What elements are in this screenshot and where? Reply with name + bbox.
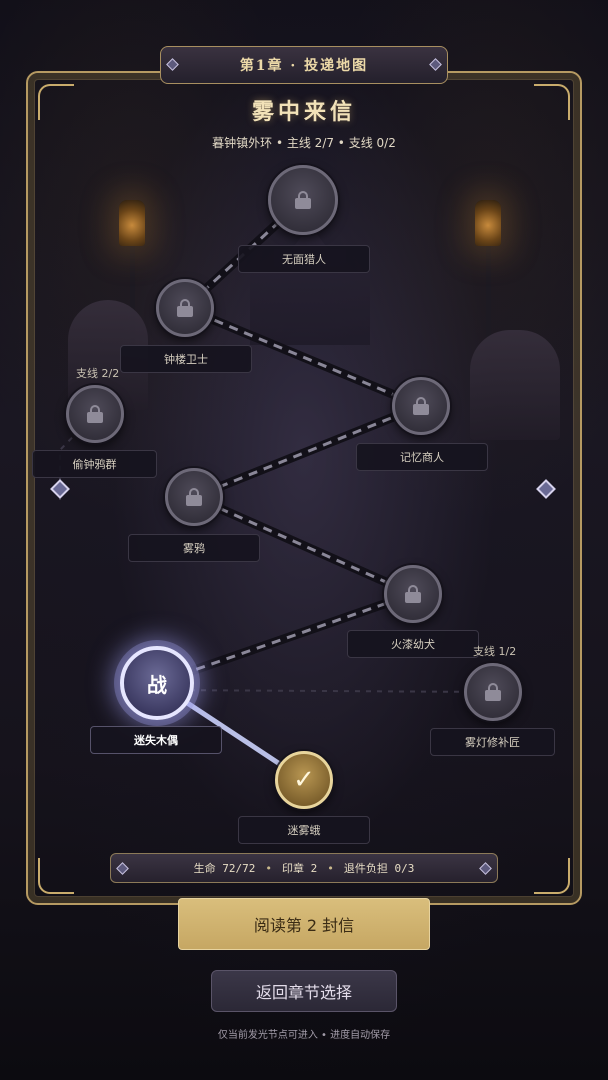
lock-icon: [405, 585, 421, 603]
stage-node-huolu[interactable]: [384, 565, 442, 623]
stage-node-jiyi[interactable]: [392, 377, 450, 435]
stage-label-wudeng: 雾灯修补匠: [430, 728, 555, 756]
stage-node-zhonglou[interactable]: [156, 279, 214, 337]
burden-stat: 退件负担 0/3: [343, 862, 415, 875]
stage-node-miwu-cleared[interactable]: ✓: [275, 751, 333, 809]
stage-label-mishi: 迷失木偶: [90, 726, 222, 754]
back-to-chapters-button-label: 返回章节选择: [255, 983, 352, 1002]
lock-icon: [177, 299, 193, 317]
stage-label-huolu: 火漆幼犬: [347, 630, 479, 658]
lock-icon: [295, 191, 311, 209]
checkmark-icon: ✓: [293, 765, 315, 795]
back-to-chapters-button[interactable]: 返回章节选择: [211, 970, 397, 1012]
stage-label-zhonglou: 钟楼卫士: [120, 345, 252, 373]
lock-icon: [186, 488, 202, 506]
branch-progress-tag: 支线 2/2: [76, 367, 120, 380]
read-letter-button[interactable]: 阅读第 2 封信: [178, 898, 430, 950]
stage-node-wudeng[interactable]: [464, 663, 522, 721]
stage-node-mishi-current[interactable]: 战: [120, 646, 194, 720]
stage-node-wumian[interactable]: [268, 165, 338, 235]
stage-label-jiyi: 记忆商人: [356, 443, 488, 471]
stage-label-wumian: 无面猎人: [238, 245, 370, 273]
footer-hint: 仅当前发光节点可进入 • 进度自动保存: [217, 1030, 391, 1041]
separator: •: [327, 861, 334, 875]
branch-progress-tag: 支线 1/2: [473, 645, 517, 658]
stage-node-touzhong[interactable]: [66, 385, 124, 443]
stage-node-wuya[interactable]: [165, 468, 223, 526]
stage-label-wuya: 雾鸦: [128, 534, 260, 562]
seal-stat: 印章 2: [282, 862, 318, 875]
read-letter-button-label: 阅读第 2 封信: [253, 916, 355, 935]
lock-icon: [87, 405, 103, 423]
lock-icon: [413, 397, 429, 415]
life-stat: 生命 72/72: [193, 862, 256, 875]
status-bar: 生命 72/72 • 印章 2 • 退件负担 0/3: [110, 853, 498, 883]
separator: •: [265, 861, 272, 875]
branch-path: [156, 689, 494, 693]
battle-icon: 战: [147, 672, 167, 697]
lock-icon: [485, 683, 501, 701]
stage-label-miwu: 迷雾蛾: [238, 816, 370, 844]
stage-label-touzhong: 偷钟鸦群: [32, 450, 157, 478]
